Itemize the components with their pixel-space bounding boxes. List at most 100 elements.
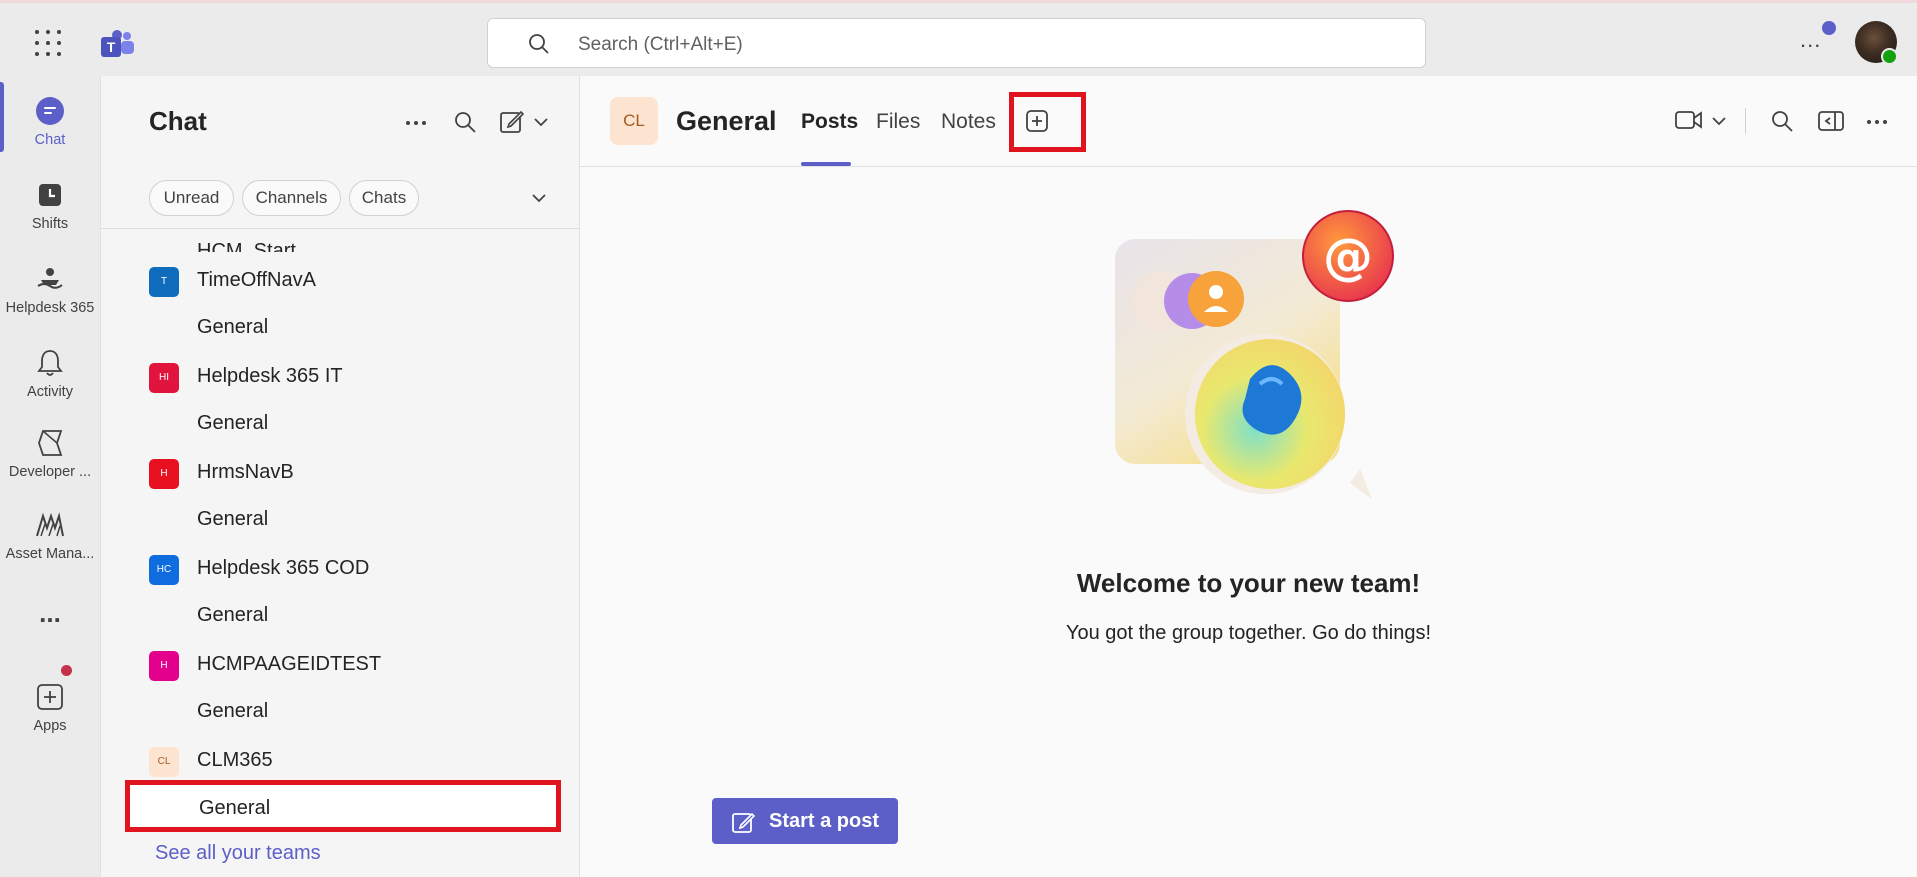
app-rail: Chat Shifts Helpdesk 365 Activity Develo… xyxy=(0,76,100,877)
developer-icon xyxy=(38,430,63,456)
team-item[interactable]: H HrmsNavB xyxy=(149,455,569,493)
channel-name: General xyxy=(199,797,271,819)
team-name: Helpdesk 365 COD xyxy=(197,557,370,579)
search-icon[interactable] xyxy=(1770,109,1794,133)
channel-name: General xyxy=(197,316,269,338)
asset-icon xyxy=(36,512,64,537)
chevron-down-icon[interactable] xyxy=(1711,115,1727,127)
channel-item[interactable]: General xyxy=(149,598,569,634)
team-avatar: CL xyxy=(610,97,658,145)
team-item[interactable]: T TimeOffNavA xyxy=(149,263,569,301)
channel-name: General xyxy=(197,412,269,434)
tab-posts[interactable]: Posts xyxy=(801,110,858,134)
rail-label-helpdesk: Helpdesk 365 xyxy=(5,300,95,316)
team-badge: H xyxy=(149,459,179,489)
compose-icon[interactable] xyxy=(499,108,525,134)
rail-item-developer[interactable]: Developer ... xyxy=(0,422,100,500)
notification-badge xyxy=(61,665,72,676)
welcome-illustration: @ xyxy=(1115,210,1394,499)
chat-icon xyxy=(36,97,64,125)
rail-label-apps: Apps xyxy=(33,718,67,734)
chat-panel-title: Chat xyxy=(149,106,207,136)
filter-chats[interactable]: Chats xyxy=(349,180,419,216)
tab-notes[interactable]: Notes xyxy=(941,110,996,134)
channel-name: HCM_Start xyxy=(197,240,296,262)
divider xyxy=(101,228,579,229)
team-name: TimeOffNavA xyxy=(197,269,316,291)
start-post-button[interactable]: Start a post xyxy=(712,798,898,844)
app-launcher-icon[interactable] xyxy=(35,30,61,56)
more-options-icon[interactable] xyxy=(1866,111,1888,133)
rail-label-activity: Activity xyxy=(27,384,73,400)
search-icon[interactable] xyxy=(453,110,477,134)
filter-channels[interactable]: Channels xyxy=(242,180,341,216)
side-panel-icon[interactable] xyxy=(1818,109,1844,133)
rail-item-apps[interactable]: Apps xyxy=(0,676,100,754)
channel-item[interactable]: General xyxy=(149,406,569,442)
team-item[interactable]: HI Helpdesk 365 IT xyxy=(149,359,569,397)
header-divider xyxy=(1745,108,1746,134)
channel-item-selected[interactable]: General xyxy=(125,780,561,832)
more-icon: ... xyxy=(39,598,61,628)
chevron-down-icon[interactable] xyxy=(533,116,549,128)
rail-item-chat[interactable]: Chat xyxy=(0,90,100,168)
team-item[interactable]: HC Helpdesk 365 COD xyxy=(149,551,569,589)
team-name: HrmsNavB xyxy=(197,461,294,483)
see-all-teams-link[interactable]: See all your teams xyxy=(155,842,321,865)
search-bar[interactable]: Search (Ctrl+Alt+E) xyxy=(487,18,1426,68)
welcome-subtitle: You got the group together. Go do things… xyxy=(1065,622,1432,644)
more-options-icon[interactable] xyxy=(405,112,427,134)
team-badge: CL xyxy=(149,747,179,777)
svg-text:T: T xyxy=(107,39,116,55)
presence-available-icon xyxy=(1881,48,1898,65)
team-badge: H xyxy=(149,651,179,681)
top-bar: T Search (Ctrl+Alt+E) ... xyxy=(0,0,1917,76)
team-item[interactable]: CL CLM365 xyxy=(149,743,569,781)
start-post-label: Start a post xyxy=(769,810,880,832)
notification-dot xyxy=(1822,21,1836,35)
rail-item-more[interactable]: ... xyxy=(0,598,100,640)
rail-item-helpdesk[interactable]: Helpdesk 365 xyxy=(0,258,100,336)
helpdesk-icon xyxy=(37,268,63,289)
team-item[interactable]: H HCMPAAGEIDTEST xyxy=(149,647,569,685)
video-call-icon[interactable] xyxy=(1675,109,1703,131)
add-apps-icon xyxy=(37,684,63,710)
team-badge: T xyxy=(149,267,179,297)
add-tab-button[interactable] xyxy=(1009,92,1086,152)
bell-icon xyxy=(37,350,63,376)
svg-text:@: @ xyxy=(1323,228,1373,286)
channel-header: CL General Posts Files Notes xyxy=(580,76,1917,167)
rail-item-asset[interactable]: Asset Mana... xyxy=(0,504,100,582)
filter-chevron-down-icon[interactable] xyxy=(531,192,547,204)
add-tab-icon xyxy=(1026,110,1048,132)
rail-label-developer: Developer ... xyxy=(8,464,92,480)
filter-unread[interactable]: Unread xyxy=(149,180,234,216)
rail-label-chat: Chat xyxy=(34,132,66,148)
channel-item[interactable]: General xyxy=(149,310,569,346)
rail-item-shifts[interactable]: Shifts xyxy=(0,174,100,252)
team-badge: HC xyxy=(149,555,179,585)
more-options-icon[interactable]: ... xyxy=(1800,27,1821,53)
team-name: CLM365 xyxy=(197,749,273,771)
rail-label-asset: Asset Mana... xyxy=(5,546,95,562)
rail-item-activity[interactable]: Activity xyxy=(0,342,100,420)
list-item-partial[interactable]: HCM_Start xyxy=(149,229,569,252)
shifts-icon xyxy=(39,184,61,206)
teams-logo-icon: T xyxy=(101,30,134,57)
rail-label-shifts: Shifts xyxy=(31,216,69,232)
channel-item[interactable]: General xyxy=(149,694,569,730)
team-badge: HI xyxy=(149,363,179,393)
active-tab-indicator xyxy=(801,162,851,166)
team-name: Helpdesk 365 IT xyxy=(197,365,343,387)
welcome-title: Welcome to your new team! xyxy=(1076,568,1421,598)
channel-view: CL General Posts Files Notes @ Welcome t… xyxy=(580,76,1917,877)
channel-title: General xyxy=(676,106,777,136)
tab-files[interactable]: Files xyxy=(876,110,920,134)
channel-item[interactable]: General xyxy=(149,502,569,538)
search-placeholder: Search (Ctrl+Alt+E) xyxy=(578,34,743,55)
channel-name: General xyxy=(197,508,269,530)
search-icon xyxy=(529,34,549,54)
team-name: HCMPAAGEIDTEST xyxy=(197,653,382,675)
channel-name: General xyxy=(197,700,269,722)
channel-name: General xyxy=(197,604,269,626)
